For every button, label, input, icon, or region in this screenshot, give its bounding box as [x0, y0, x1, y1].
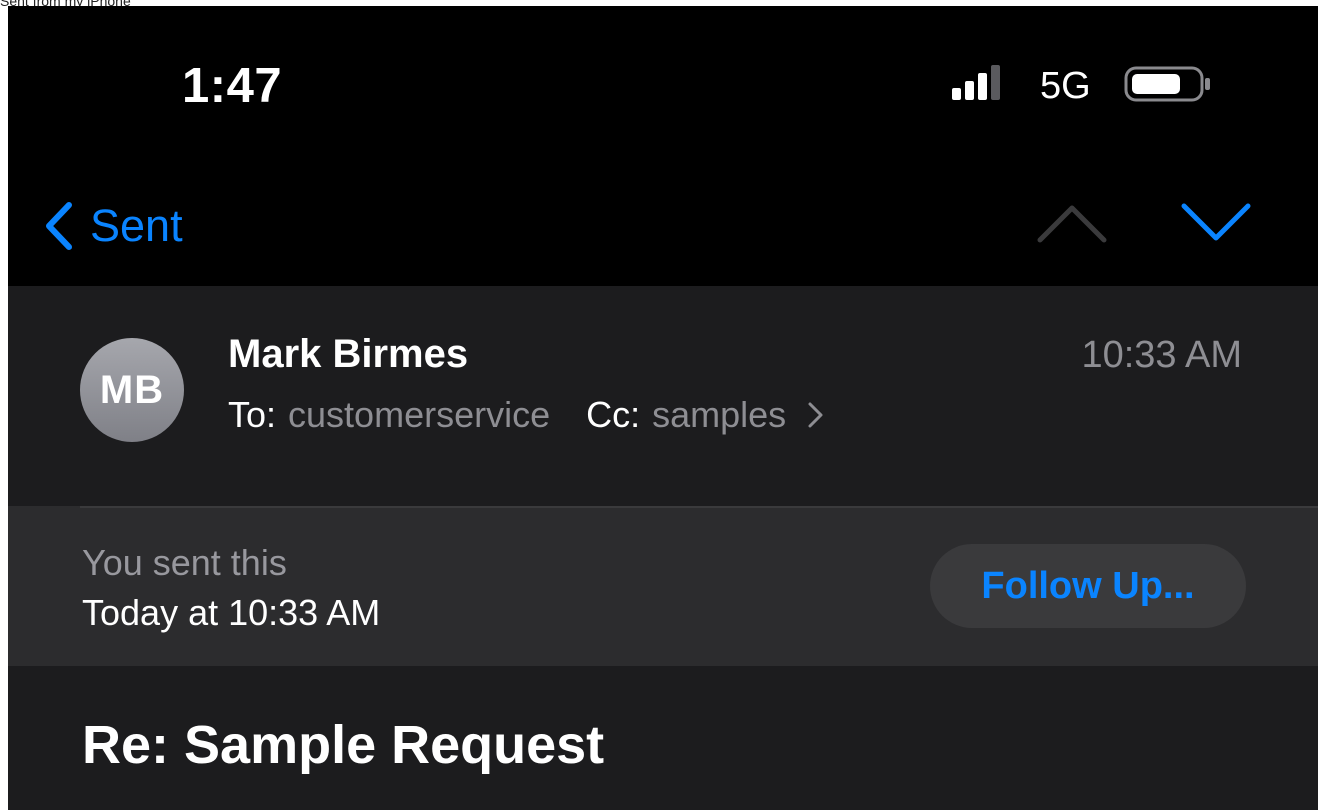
sent-banner: You sent this Today at 10:33 AM Follow U… [8, 506, 1318, 666]
chevron-down-icon[interactable] [1176, 192, 1256, 252]
cc-recipient: samples [652, 394, 787, 435]
avatar[interactable]: MB [80, 338, 184, 442]
subject-area: Re: Sample Request [8, 666, 1318, 810]
back-button[interactable]: Sent [44, 196, 183, 256]
back-label: Sent [90, 200, 183, 251]
to-recipient: customerservice [288, 394, 551, 435]
battery-icon [1124, 66, 1210, 102]
navigation-bar: Sent [8, 156, 1318, 286]
divider [80, 506, 1318, 508]
message-time: 10:33 AM [1081, 334, 1242, 376]
chevron-up-icon[interactable] [1032, 192, 1112, 252]
status-time: 1:47 [182, 59, 283, 113]
network-type: 5G [1040, 65, 1091, 107]
subject-line: Re: Sample Request [82, 715, 605, 775]
chevron-left-icon [46, 202, 72, 250]
message-header: MB Mark Birmes 10:33 AM To: customerserv… [8, 286, 1318, 506]
status-bar: 1:47 5G [8, 6, 1318, 156]
follow-up-button[interactable]: Follow Up... [930, 544, 1246, 628]
recipients-row[interactable]: To: customerservice Cc: samples [228, 394, 826, 436]
phone-screen: 1:47 5G Sent MB Mark Birmes 10:33 AM To:… [8, 6, 1318, 810]
sender-name[interactable]: Mark Birmes [228, 332, 468, 377]
to-label: To: [228, 394, 277, 435]
cc-label: Cc: [586, 394, 641, 435]
chevron-right-icon [808, 402, 823, 428]
sent-label: You sent this [82, 542, 287, 583]
cellular-signal-icon [952, 65, 1000, 100]
sent-date: Today at 10:33 AM [82, 592, 381, 633]
